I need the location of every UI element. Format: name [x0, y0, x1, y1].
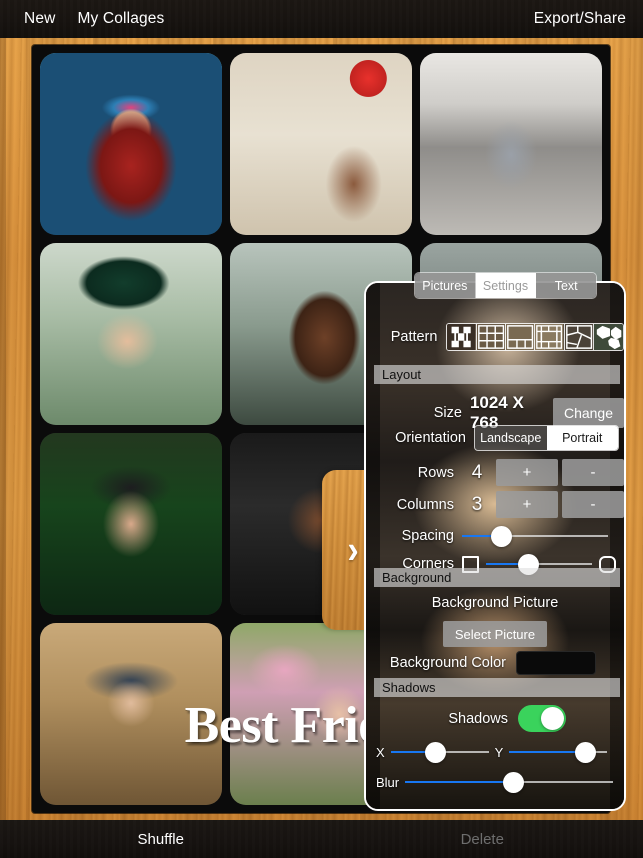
background-picture-row: Background Picture: [366, 595, 624, 611]
shadow-blur-slider[interactable]: [405, 771, 614, 793]
panel-tab-bar[interactable]: Pictures Settings Text: [414, 272, 597, 299]
settings-panel: Pattern Layout Size 1024 X 768 Change Or…: [364, 272, 626, 811]
background-picture-label: Background Picture: [431, 595, 559, 611]
group-header-background: Background: [374, 568, 620, 587]
photo-thumbnail: [40, 623, 222, 805]
tab-text[interactable]: Text: [536, 273, 596, 298]
columns-value: 3: [471, 493, 483, 515]
collage-cell[interactable]: [230, 53, 412, 235]
pattern-option-grid[interactable]: [476, 324, 506, 350]
photo-thumbnail: [40, 243, 222, 425]
pattern-row: Pattern: [366, 323, 624, 351]
collage-cell[interactable]: [420, 53, 602, 235]
top-toolbar-right: Export/Share: [534, 10, 643, 28]
spacing-slider-knob[interactable]: [490, 525, 512, 547]
pattern-option-blob[interactable]: [447, 324, 477, 350]
background-color-swatch[interactable]: [516, 651, 596, 675]
group-header-layout: Layout: [374, 365, 620, 384]
settings-panel-body: Pattern Layout Size 1024 X 768 Change Or…: [366, 283, 624, 809]
pattern-option-hexagons[interactable]: [593, 324, 623, 350]
photo-thumbnail: [40, 53, 222, 235]
rows-decrement-button[interactable]: -: [562, 459, 624, 486]
pattern-option-mosaic[interactable]: [535, 324, 565, 350]
tab-settings[interactable]: Settings: [475, 273, 537, 298]
shadow-x-label: X: [376, 744, 385, 760]
delete-button[interactable]: Delete: [322, 820, 643, 858]
columns-decrement-button[interactable]: -: [562, 491, 624, 518]
spacing-slider[interactable]: [462, 525, 608, 547]
photo-thumbnail: [230, 53, 412, 235]
tab-pictures[interactable]: Pictures: [415, 273, 476, 298]
shadow-blur-label: Blur: [376, 774, 400, 790]
settings-panel-frame: Pattern Layout Size 1024 X 768 Change Or…: [364, 281, 626, 811]
shadow-y-label: Y: [494, 744, 504, 760]
pattern-label: Pattern: [390, 329, 438, 345]
pattern-option-hero-top[interactable]: [505, 324, 536, 350]
top-toolbar: New My Collages Export/Share: [0, 0, 643, 38]
select-picture-button[interactable]: Select Picture: [443, 621, 547, 647]
toggle-knob: [541, 707, 564, 730]
shadow-y-slider[interactable]: [509, 741, 608, 763]
shadow-blur-row: Blur: [366, 771, 624, 793]
bottom-toolbar: Shuffle Delete: [0, 820, 643, 858]
export-share-button[interactable]: Export/Share: [534, 10, 626, 28]
pattern-selector[interactable]: [446, 323, 624, 351]
background-color-label: Background Color: [389, 655, 506, 671]
orientation-segmented-control[interactable]: Landscape Portrait: [474, 425, 619, 451]
shadows-toggle-row: Shadows: [366, 705, 624, 732]
spacing-row: Spacing: [366, 525, 624, 547]
shadow-xy-row: X Y: [366, 741, 624, 763]
shadows-toggle-switch[interactable]: [518, 705, 566, 732]
orientation-row: Orientation Landscape Portrait: [366, 425, 624, 451]
shadow-blur-slider-fill: [405, 781, 514, 783]
shadow-blur-slider-knob[interactable]: [502, 771, 524, 793]
columns-row: Columns 3 + -: [366, 491, 624, 518]
rows-value: 4: [471, 461, 483, 483]
rows-increment-button[interactable]: +: [496, 459, 558, 486]
select-picture-row: Select Picture: [366, 621, 624, 647]
collage-cell[interactable]: [40, 623, 222, 805]
photo-thumbnail: [420, 53, 602, 235]
spacing-label: Spacing: [401, 528, 454, 544]
chevron-right-icon: ›: [347, 528, 359, 572]
rows-row: Rows 4 + -: [366, 459, 624, 486]
orientation-option-landscape[interactable]: Landscape: [475, 426, 547, 450]
collage-cell[interactable]: [40, 433, 222, 615]
size-label: Size: [433, 405, 462, 421]
shadow-x-slider-knob[interactable]: [425, 741, 447, 763]
new-button[interactable]: New: [24, 10, 55, 28]
background-color-row: Background Color: [366, 651, 624, 675]
pattern-option-diagonal[interactable]: [564, 324, 594, 350]
shadow-x-slider[interactable]: [390, 741, 489, 763]
top-toolbar-left: New My Collages: [0, 10, 164, 28]
app-root: New My Collages Export/Share Best Friend…: [0, 0, 643, 858]
shadows-toggle-label: Shadows: [448, 710, 508, 727]
columns-label: Columns: [396, 496, 454, 513]
orientation-label: Orientation: [395, 430, 466, 446]
shuffle-button[interactable]: Shuffle: [0, 820, 322, 858]
photo-thumbnail: [40, 433, 222, 615]
rows-label: Rows: [417, 464, 454, 481]
group-header-shadows: Shadows: [374, 678, 620, 697]
columns-increment-button[interactable]: +: [496, 491, 558, 518]
change-size-button[interactable]: Change: [552, 398, 624, 428]
orientation-option-portrait[interactable]: Portrait: [546, 426, 618, 450]
shadow-y-slider-knob[interactable]: [575, 741, 597, 763]
collage-cell[interactable]: [40, 53, 222, 235]
my-collages-button[interactable]: My Collages: [77, 10, 164, 28]
collage-cell[interactable]: [40, 243, 222, 425]
